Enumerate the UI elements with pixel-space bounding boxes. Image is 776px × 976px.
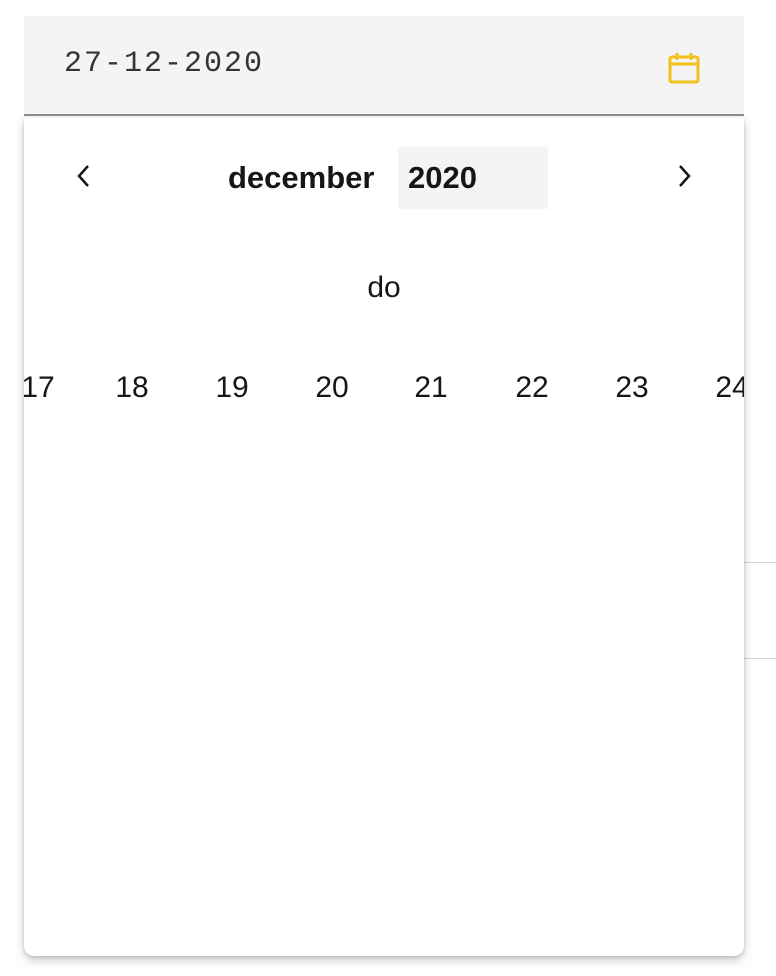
chevron-left-icon xyxy=(72,161,96,196)
day-cell[interactable]: 20 xyxy=(282,368,382,408)
date-input[interactable] xyxy=(64,44,624,84)
day-cell[interactable]: 22 xyxy=(482,368,582,408)
day-cell[interactable]: 21 xyxy=(381,368,481,408)
days-row: 17 18 19 20 21 22 23 24 xyxy=(24,368,744,408)
background-divider xyxy=(744,658,776,659)
background-divider xyxy=(744,562,776,563)
day-cell[interactable]: 17 xyxy=(24,368,88,408)
day-cell[interactable]: 18 xyxy=(82,368,182,408)
calendar-icon[interactable] xyxy=(666,50,702,86)
weekday-header: do xyxy=(367,271,401,304)
day-cell[interactable]: 19 xyxy=(182,368,282,408)
previous-month-button[interactable] xyxy=(64,158,104,198)
date-picker-field[interactable] xyxy=(24,16,744,116)
chevron-right-icon xyxy=(672,161,696,196)
day-cell[interactable]: 23 xyxy=(582,368,682,408)
next-month-button[interactable] xyxy=(664,158,704,198)
calendar-dropdown: december 2020 do 17 18 19 20 21 22 23 24 xyxy=(24,118,744,956)
month-label: december xyxy=(228,160,375,195)
year-input[interactable]: 2020 xyxy=(398,147,548,209)
year-value: 2020 xyxy=(408,160,477,195)
day-cell[interactable]: 24 xyxy=(682,368,744,408)
